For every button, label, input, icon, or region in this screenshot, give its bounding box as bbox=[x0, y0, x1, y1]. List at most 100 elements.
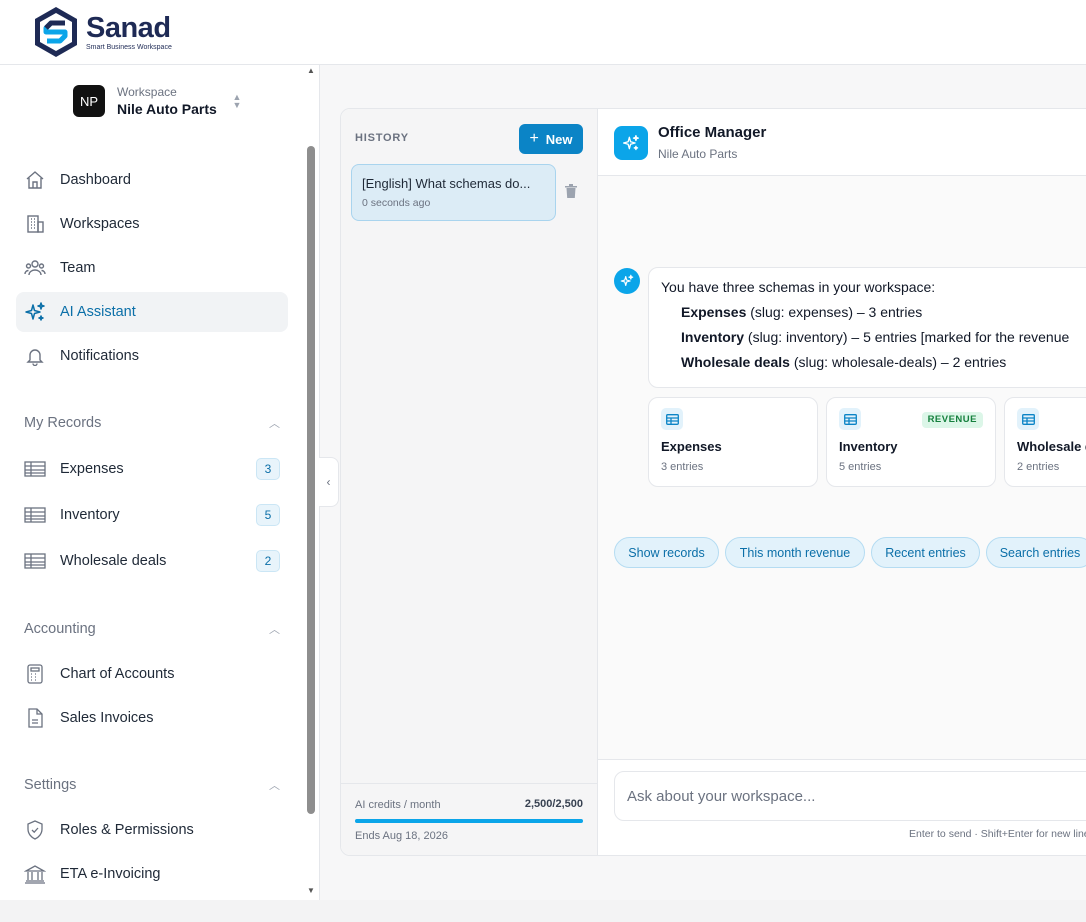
workspace-label: Workspace bbox=[117, 85, 177, 99]
nav-ai-assistant[interactable]: AI Assistant bbox=[16, 292, 288, 332]
new-chat-button[interactable]: + New bbox=[519, 124, 583, 154]
nav-roles-permissions-label: Roles & Permissions bbox=[60, 822, 194, 838]
sidebar: NP Workspace Nile Auto Parts ▲ ▼ Dashboar… bbox=[0, 65, 320, 900]
scrollbar-thumb[interactable] bbox=[307, 146, 315, 814]
composer: Enter to send · Shift+Enter for new line bbox=[598, 759, 1086, 855]
logo[interactable]: Sanad Smart Business Workspace bbox=[32, 5, 172, 59]
credits-progress-fill bbox=[355, 819, 583, 823]
nav-eta-e-invoicing-label: ETA e-Invoicing bbox=[60, 866, 161, 882]
bell-icon bbox=[24, 345, 46, 367]
calculator-icon bbox=[24, 663, 46, 685]
chevron-up-icon: ︿ bbox=[269, 418, 280, 430]
message-intro: You have three schemas in your workspace… bbox=[661, 279, 936, 295]
schema-card-expenses[interactable]: Expenses 3 entries bbox=[648, 397, 818, 487]
section-settings[interactable]: Settings ︿ bbox=[24, 777, 280, 793]
sparkles-icon bbox=[620, 274, 634, 287]
sidebar-scrollbar[interactable]: ▲ ▼ bbox=[306, 66, 316, 900]
nav-chart-of-accounts-label: Chart of Accounts bbox=[60, 666, 175, 682]
assistant-panel: HISTORY + New [English] What schemas do.… bbox=[340, 108, 1086, 856]
scroll-up-arrow-icon[interactable]: ▲ bbox=[307, 66, 315, 75]
nav-notifications-label: Notifications bbox=[60, 348, 139, 364]
scroll-down-arrow-icon[interactable]: ▼ bbox=[307, 886, 315, 895]
card-subtitle: 5 entries bbox=[839, 461, 882, 473]
chat-input[interactable] bbox=[614, 771, 1086, 821]
workspace-switcher[interactable]: NP Workspace Nile Auto Parts bbox=[73, 85, 217, 117]
section-accounting-title: Accounting bbox=[24, 621, 96, 637]
composer-hint: Enter to send · Shift+Enter for new line bbox=[909, 828, 1086, 840]
shield-check-icon bbox=[24, 819, 46, 841]
sparkles-icon bbox=[24, 301, 46, 323]
chat-area: Office Manager Nile Auto Parts You have … bbox=[598, 109, 1086, 855]
users-icon bbox=[24, 257, 46, 279]
nav-team[interactable]: Team bbox=[16, 248, 288, 288]
home-icon bbox=[24, 169, 46, 191]
schema-card-inventory[interactable]: REVENUE Inventory 5 entries bbox=[826, 397, 996, 487]
bottom-strip bbox=[0, 900, 1086, 922]
table-icon bbox=[839, 408, 861, 430]
nav-record-label: Expenses bbox=[60, 461, 124, 477]
chat-header: Office Manager Nile Auto Parts bbox=[598, 109, 1086, 176]
nav-notifications[interactable]: Notifications bbox=[16, 336, 288, 376]
section-settings-title: Settings bbox=[24, 777, 77, 793]
history-panel: HISTORY + New [English] What schemas do.… bbox=[341, 109, 598, 855]
revenue-tag: REVENUE bbox=[921, 412, 983, 428]
ai-credits: AI credits / month 2,500/2,500 Ends Aug … bbox=[341, 783, 598, 855]
assistant-subtitle: Nile Auto Parts bbox=[658, 147, 738, 161]
nav-record-label: Wholesale deals bbox=[60, 553, 167, 569]
count-badge: 5 bbox=[256, 504, 280, 526]
nav-sales-invoices[interactable]: Sales Invoices bbox=[16, 698, 288, 738]
suggestion-chip[interactable]: Show records bbox=[614, 537, 719, 568]
card-title: Wholesale deals bbox=[1017, 439, 1086, 454]
collapse-history-button[interactable]: ‹ bbox=[319, 457, 339, 507]
assistant-avatar bbox=[614, 126, 648, 160]
nav-sales-invoices-label: Sales Invoices bbox=[60, 710, 154, 726]
document-icon bbox=[24, 707, 46, 729]
nav-record-inventory[interactable]: Inventory 5 bbox=[16, 495, 288, 535]
top-bar: Sanad Smart Business Workspace bbox=[0, 0, 1086, 65]
trash-icon[interactable] bbox=[565, 184, 579, 200]
nav-record-expenses[interactable]: Expenses 3 bbox=[16, 449, 288, 489]
table-icon bbox=[1017, 408, 1039, 430]
table-icon bbox=[24, 458, 46, 480]
brand-name: Sanad bbox=[86, 12, 171, 44]
history-item-title: [English] What schemas do... bbox=[362, 176, 531, 191]
history-item[interactable]: [English] What schemas do... 0 seconds a… bbox=[351, 164, 556, 221]
table-icon bbox=[24, 550, 46, 572]
count-badge: 2 bbox=[256, 550, 280, 572]
nav-eta-e-invoicing[interactable]: ETA e-Invoicing bbox=[16, 854, 288, 894]
credits-progress-bar bbox=[355, 819, 583, 823]
card-subtitle: 3 entries bbox=[661, 461, 704, 473]
section-my-records-title: My Records bbox=[24, 415, 102, 431]
message-list-item: Inventory (slug: inventory) – 5 entries … bbox=[681, 329, 1070, 345]
schema-card-wholesale-deals[interactable]: Wholesale deals 2 entries bbox=[1004, 397, 1086, 487]
nav-chart-of-accounts[interactable]: Chart of Accounts bbox=[16, 654, 288, 694]
nav-record-wholesale-deals[interactable]: Wholesale deals 2 bbox=[16, 541, 288, 581]
history-item-time: 0 seconds ago bbox=[362, 197, 431, 209]
assistant-message: You have three schemas in your workspace… bbox=[648, 267, 1086, 388]
table-icon bbox=[24, 504, 46, 526]
suggestion-chip[interactable]: Search entries bbox=[986, 537, 1086, 568]
card-title: Inventory bbox=[839, 439, 898, 454]
suggestion-chip[interactable]: Recent entries bbox=[871, 537, 980, 568]
section-my-records[interactable]: My Records ︿ bbox=[24, 415, 280, 431]
nav-workspaces[interactable]: Workspaces bbox=[16, 204, 288, 244]
sparkles-icon bbox=[622, 134, 640, 151]
assistant-name: Office Manager bbox=[658, 124, 767, 141]
message-list-item: Wholesale deals (slug: wholesale-deals) … bbox=[681, 354, 1007, 370]
nav-dashboard-label: Dashboard bbox=[60, 172, 131, 188]
credits-value: 2,500/2,500 bbox=[524, 798, 583, 810]
new-chat-label: New bbox=[545, 131, 573, 147]
chevron-up-down-icon[interactable]: ▲ ▼ bbox=[231, 93, 243, 111]
workspace-name: Nile Auto Parts bbox=[117, 101, 217, 117]
credits-ends: Ends Aug 18, 2026 bbox=[355, 830, 448, 842]
history-title: HISTORY bbox=[355, 132, 409, 144]
chevron-up-icon: ︿ bbox=[269, 780, 280, 792]
nav-roles-permissions[interactable]: Roles & Permissions bbox=[16, 810, 288, 850]
credits-label: AI credits / month bbox=[355, 799, 441, 811]
section-accounting[interactable]: Accounting ︿ bbox=[24, 621, 280, 637]
suggestion-chip[interactable]: This month revenue bbox=[725, 537, 865, 568]
message-list-item: Expenses (slug: expenses) – 3 entries bbox=[681, 304, 923, 320]
nav-dashboard[interactable]: Dashboard bbox=[16, 160, 288, 200]
plus-icon: + bbox=[529, 130, 539, 147]
table-icon bbox=[661, 408, 683, 430]
